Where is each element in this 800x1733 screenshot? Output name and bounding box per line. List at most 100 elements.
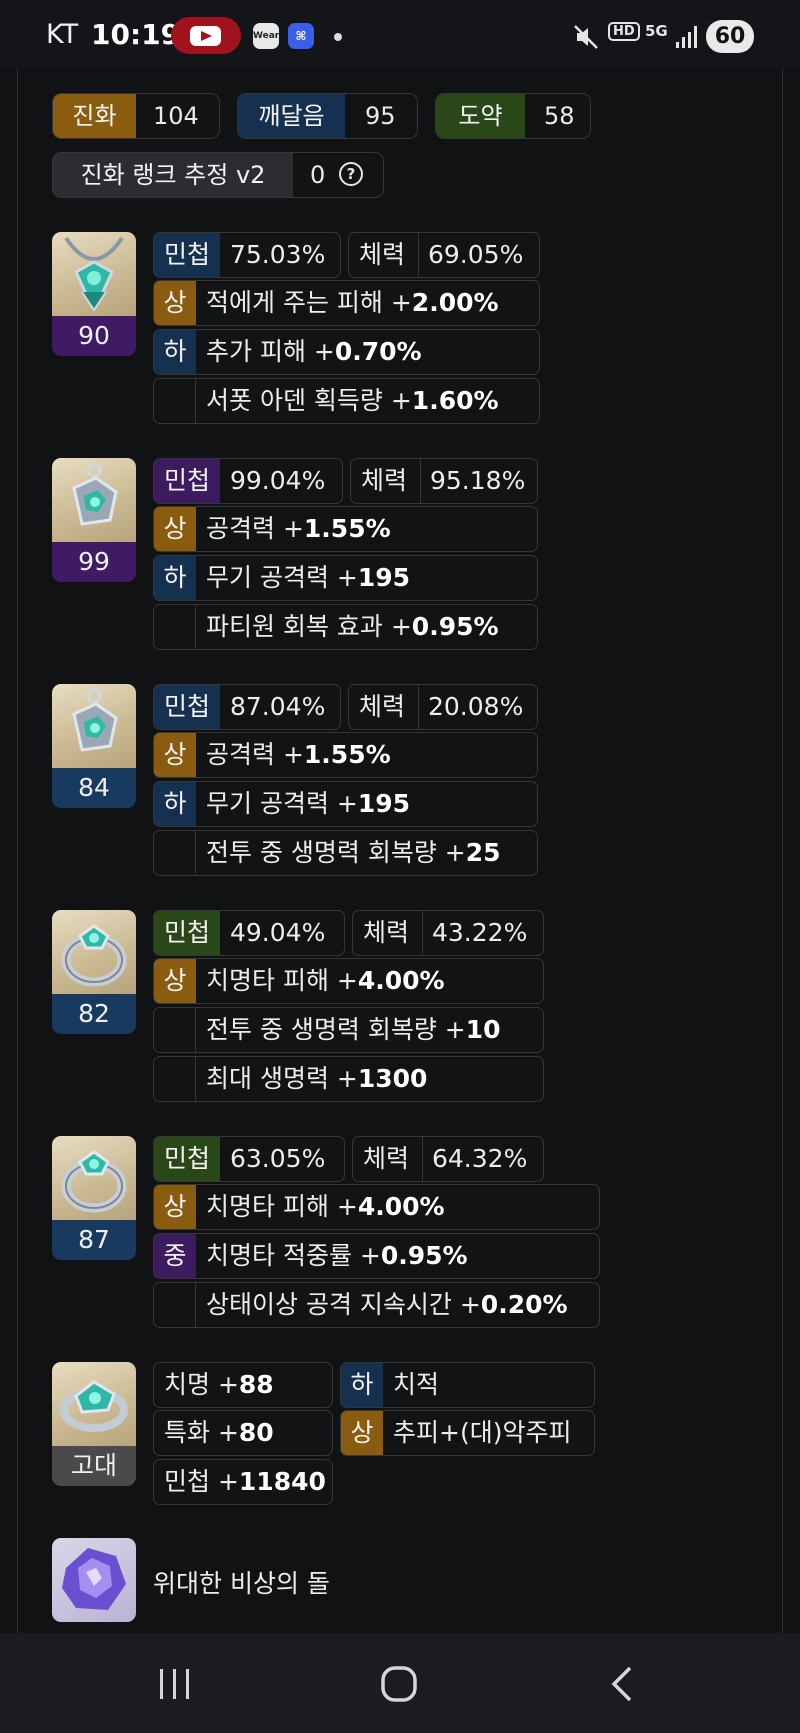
stat-value: 20.08% <box>428 692 524 721</box>
rank-estimate-pill: 진화 랭크 추정 v2 0 ? <box>52 152 384 198</box>
bracelet-thumbnail[interactable]: 고대 <box>52 1362 136 1486</box>
effect-row: 최대 생명력 +1300 <box>153 1056 544 1102</box>
stat-value: 75.03% <box>230 240 326 269</box>
youtube-icon[interactable] <box>171 17 241 54</box>
effect-name: 공격력 + <box>206 740 304 769</box>
stat-label: 민첩 <box>154 233 220 277</box>
grade-badge: 상 <box>154 281 196 325</box>
effect-value: 0.95% <box>411 612 499 641</box>
jinhwa-value: 104 <box>153 102 199 130</box>
ring-thumbnail[interactable]: 87 <box>52 1136 136 1260</box>
stat-label: 민첩 <box>154 911 220 955</box>
effect-name: 공격력 + <box>206 514 304 543</box>
item-level: 90 <box>52 316 136 356</box>
option-text: 추피+(대)악주피 <box>393 1418 572 1447</box>
grade-badge-empty <box>154 605 196 649</box>
stat-label: 민첩 <box>154 459 220 503</box>
effect-value: 195 <box>357 789 411 818</box>
effect-name: 전투 중 생명력 회복량 + <box>206 1015 466 1044</box>
stat-label: 체력 <box>363 918 410 947</box>
effect-row: 상 공격력 +1.55% <box>153 732 538 778</box>
grade-badge: 하 <box>154 330 196 374</box>
stat-value: 43.22% <box>432 918 528 947</box>
stat-value: 80 <box>238 1418 274 1447</box>
earring-thumbnail[interactable]: 99 <box>52 458 136 582</box>
effect-name: 최대 생명력 + <box>206 1064 358 1093</box>
effect-value: 0.70% <box>334 337 422 366</box>
effect-row: 상태이상 공격 지속시간 +0.20% <box>153 1282 600 1328</box>
effect-name: 추가 피해 + <box>206 337 335 366</box>
grade-badge: 상 <box>341 1411 383 1455</box>
bracelet-option-1: 하 치적 <box>340 1362 595 1408</box>
stone-icon[interactable] <box>52 1538 136 1622</box>
recent-apps-icon[interactable] <box>157 1667 193 1701</box>
grade-badge-empty <box>154 1057 196 1101</box>
stat-name: 치명 + <box>164 1370 239 1399</box>
grade-badge: 중 <box>154 1234 196 1278</box>
effect-name: 치명타 적중률 + <box>206 1241 381 1270</box>
app-grid-icon: ⌘ <box>288 23 314 49</box>
effect-row: 중 치명타 적중률 +0.95% <box>153 1233 600 1279</box>
kkaedal-label: 깨달음 <box>238 94 345 138</box>
grade-badge-empty <box>154 831 196 875</box>
stat-vit: 체력 95.18% <box>350 458 538 504</box>
ability-stone-section: 위대한 비상의 돌 <box>52 1538 692 1622</box>
home-icon[interactable] <box>380 1665 418 1703</box>
stat-value: 99.04% <box>230 466 326 495</box>
stat-vit: 체력 64.32% <box>352 1136 544 1182</box>
effect-value: 1300 <box>357 1064 428 1093</box>
effect-row: 서폿 아덴 획득량 +1.60% <box>153 378 540 424</box>
effect-name: 적에게 주는 피해 + <box>206 288 412 317</box>
stat-label: 체력 <box>361 466 408 495</box>
battery-icon: 60 <box>706 20 754 53</box>
effect-name: 파티원 회복 효과 + <box>206 612 412 641</box>
effect-value: 2.00% <box>411 288 499 317</box>
carrier-label: KT <box>46 19 79 50</box>
grade-badge: 하 <box>154 782 196 826</box>
stat-value: 95.18% <box>430 466 526 495</box>
effect-value: 25 <box>465 838 501 867</box>
effect-row: 상 적에게 주는 피해 +2.00% <box>153 280 540 326</box>
grade-badge-empty <box>154 379 196 423</box>
effect-value: 195 <box>357 563 411 592</box>
stat-label: 민첩 <box>154 685 220 729</box>
ring-thumbnail[interactable]: 82 <box>52 910 136 1034</box>
ring-icon <box>52 910 136 994</box>
jinhwa-label: 진화 <box>53 94 136 138</box>
kkaedal-value: 95 <box>365 102 396 130</box>
stat-name: 민첩 + <box>164 1467 239 1496</box>
jinhwa-pill: 진화 104 <box>52 93 220 139</box>
doyak-label: 도약 <box>436 94 525 138</box>
stat-dex: 민첩 87.04% <box>153 684 341 730</box>
notification-dot-icon <box>334 33 342 41</box>
stat-vit: 체력 20.08% <box>348 684 538 730</box>
signal-icon <box>676 26 697 48</box>
rank-estimate-label: 진화 랭크 추정 v2 <box>53 153 293 197</box>
necklace-thumbnail[interactable]: 90 <box>52 232 136 356</box>
effect-value: 1.60% <box>411 386 499 415</box>
effect-name: 무기 공격력 + <box>206 789 358 818</box>
doyak-value: 58 <box>544 102 575 130</box>
effect-value: 0.95% <box>380 1241 468 1270</box>
stat-value: 88 <box>238 1370 274 1399</box>
earring-icon <box>52 684 136 768</box>
stat-label: 체력 <box>359 240 406 269</box>
stat-dex: 민첩 49.04% <box>153 910 345 956</box>
bracelet-section: 고대 치명 +88 하 치적 특화 +80 상 추피+(대)악주피 민첩 +11… <box>52 1362 692 1512</box>
effect-value: 1.55% <box>303 514 391 543</box>
earring-thumbnail[interactable]: 84 <box>52 684 136 808</box>
wear-icon: Wear <box>253 23 279 49</box>
stat-dex: 민첩 99.04% <box>153 458 343 504</box>
effect-value: 0.20% <box>480 1290 568 1319</box>
earring-icon <box>52 458 136 542</box>
effect-row: 하 추가 피해 +0.70% <box>153 329 540 375</box>
effect-name: 상태이상 공격 지속시간 + <box>206 1290 481 1319</box>
back-icon[interactable] <box>608 1665 636 1703</box>
mute-icon <box>574 25 598 49</box>
grade-label: 고대 <box>52 1446 136 1486</box>
clock: 10:19 <box>91 18 181 51</box>
stat-label: 민첩 <box>154 1137 220 1181</box>
necklace-icon <box>52 232 136 316</box>
help-icon[interactable]: ? <box>339 162 363 186</box>
effect-name: 무기 공격력 + <box>206 563 358 592</box>
